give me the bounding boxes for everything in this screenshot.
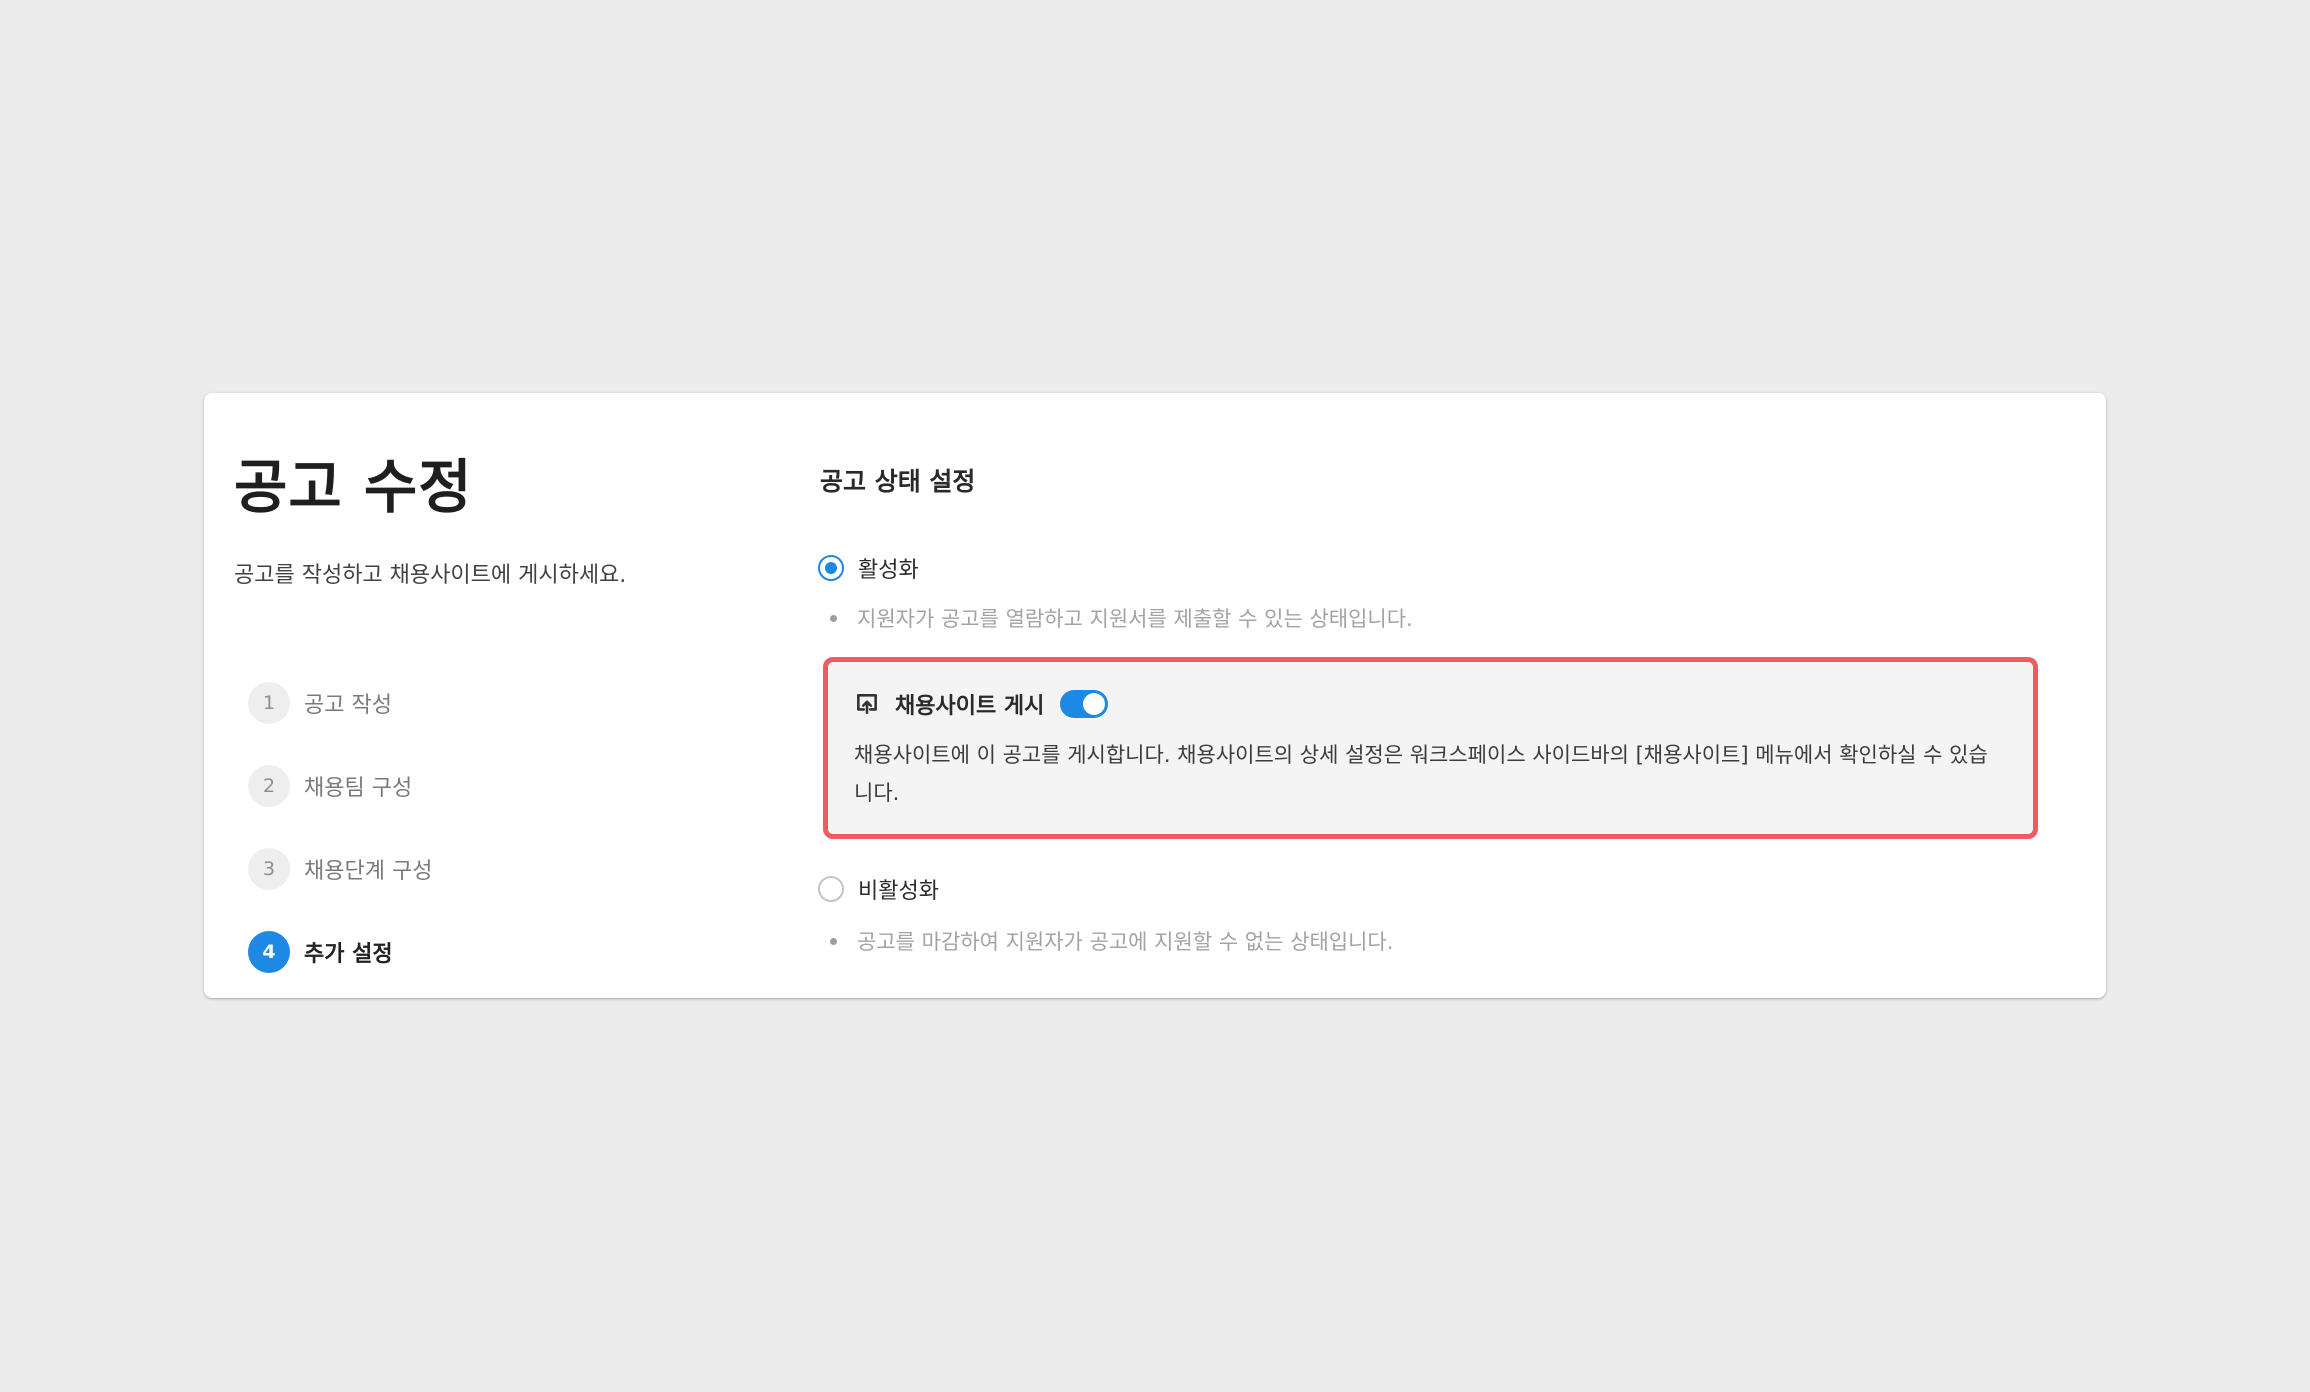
radio-active-indicator[interactable] (818, 555, 844, 581)
step-item-3[interactable]: 3 채용단계 구성 (248, 847, 432, 891)
step-item-2[interactable]: 2 채용팀 구성 (248, 764, 432, 808)
radio-inactive[interactable]: 비활성화 (818, 873, 939, 905)
publish-site-panel: 채용사이트 게시 채용사이트에 이 공고를 게시합니다. 채용사이트의 상세 설… (823, 657, 2038, 839)
edit-posting-card: 공고 수정 공고를 작성하고 채용사이트에 게시하세요. 1 공고 작성 2 채… (204, 393, 2106, 998)
active-description-text: 지원자가 공고를 열람하고 지원서를 제출할 수 있는 상태입니다. (857, 607, 1413, 631)
toggle-knob (1083, 693, 1106, 715)
radio-active-label: 활성화 (858, 558, 919, 583)
radio-inactive-indicator[interactable] (818, 876, 844, 902)
step-label: 채용팀 구성 (304, 776, 413, 801)
publish-site-toggle[interactable] (1060, 690, 1109, 718)
radio-active[interactable]: 활성화 (818, 552, 919, 584)
step-item-4[interactable]: 4 추가 설정 (248, 930, 432, 974)
bullet-dot (830, 937, 837, 945)
step-navigation: 1 공고 작성 2 채용팀 구성 3 채용단계 구성 4 추가 설정 (248, 681, 432, 1013)
step-number: 1 (248, 682, 290, 724)
inactive-description: 공고를 마감하여 지원자가 공고에 지원할 수 없는 상태입니다. (830, 926, 1393, 956)
publish-site-description: 채용사이트에 이 공고를 게시합니다. 채용사이트의 상세 설정은 워크스페이스… (854, 743, 1988, 805)
bullet-dot (830, 614, 837, 622)
inactive-description-text: 공고를 마감하여 지원자가 공고에 지원할 수 없는 상태입니다. (857, 930, 1394, 954)
step-number: 2 (248, 765, 290, 807)
radio-inactive-label: 비활성화 (858, 879, 939, 904)
page-title: 공고 수정 (234, 453, 473, 521)
publish-site-header: 채용사이트 게시 (854, 686, 2007, 722)
publish-site-icon (857, 694, 877, 714)
step-number: 4 (248, 931, 290, 973)
step-number: 3 (248, 848, 290, 890)
section-title: 공고 상태 설정 (820, 467, 976, 496)
active-description: 지원자가 공고를 열람하고 지원서를 제출할 수 있는 상태입니다. (830, 603, 1413, 633)
page-subtitle: 공고를 작성하고 채용사이트에 게시하세요. (234, 563, 627, 588)
step-label: 공고 작성 (304, 693, 392, 718)
step-item-1[interactable]: 1 공고 작성 (248, 681, 432, 725)
step-label: 채용단계 구성 (304, 859, 433, 884)
step-label: 추가 설정 (304, 942, 393, 967)
publish-site-title: 채용사이트 게시 (895, 694, 1045, 719)
